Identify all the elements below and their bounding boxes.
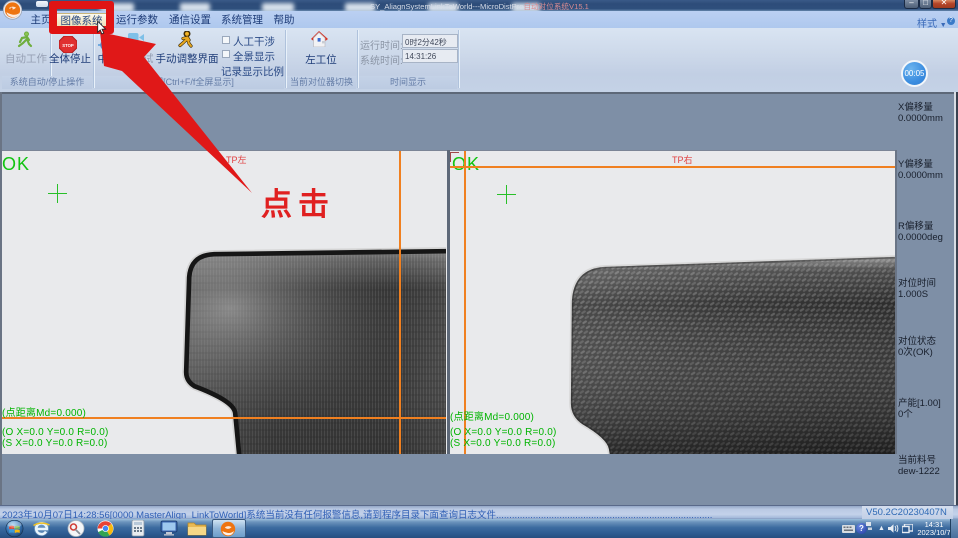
svg-text:STOP: STOP: [62, 43, 74, 48]
